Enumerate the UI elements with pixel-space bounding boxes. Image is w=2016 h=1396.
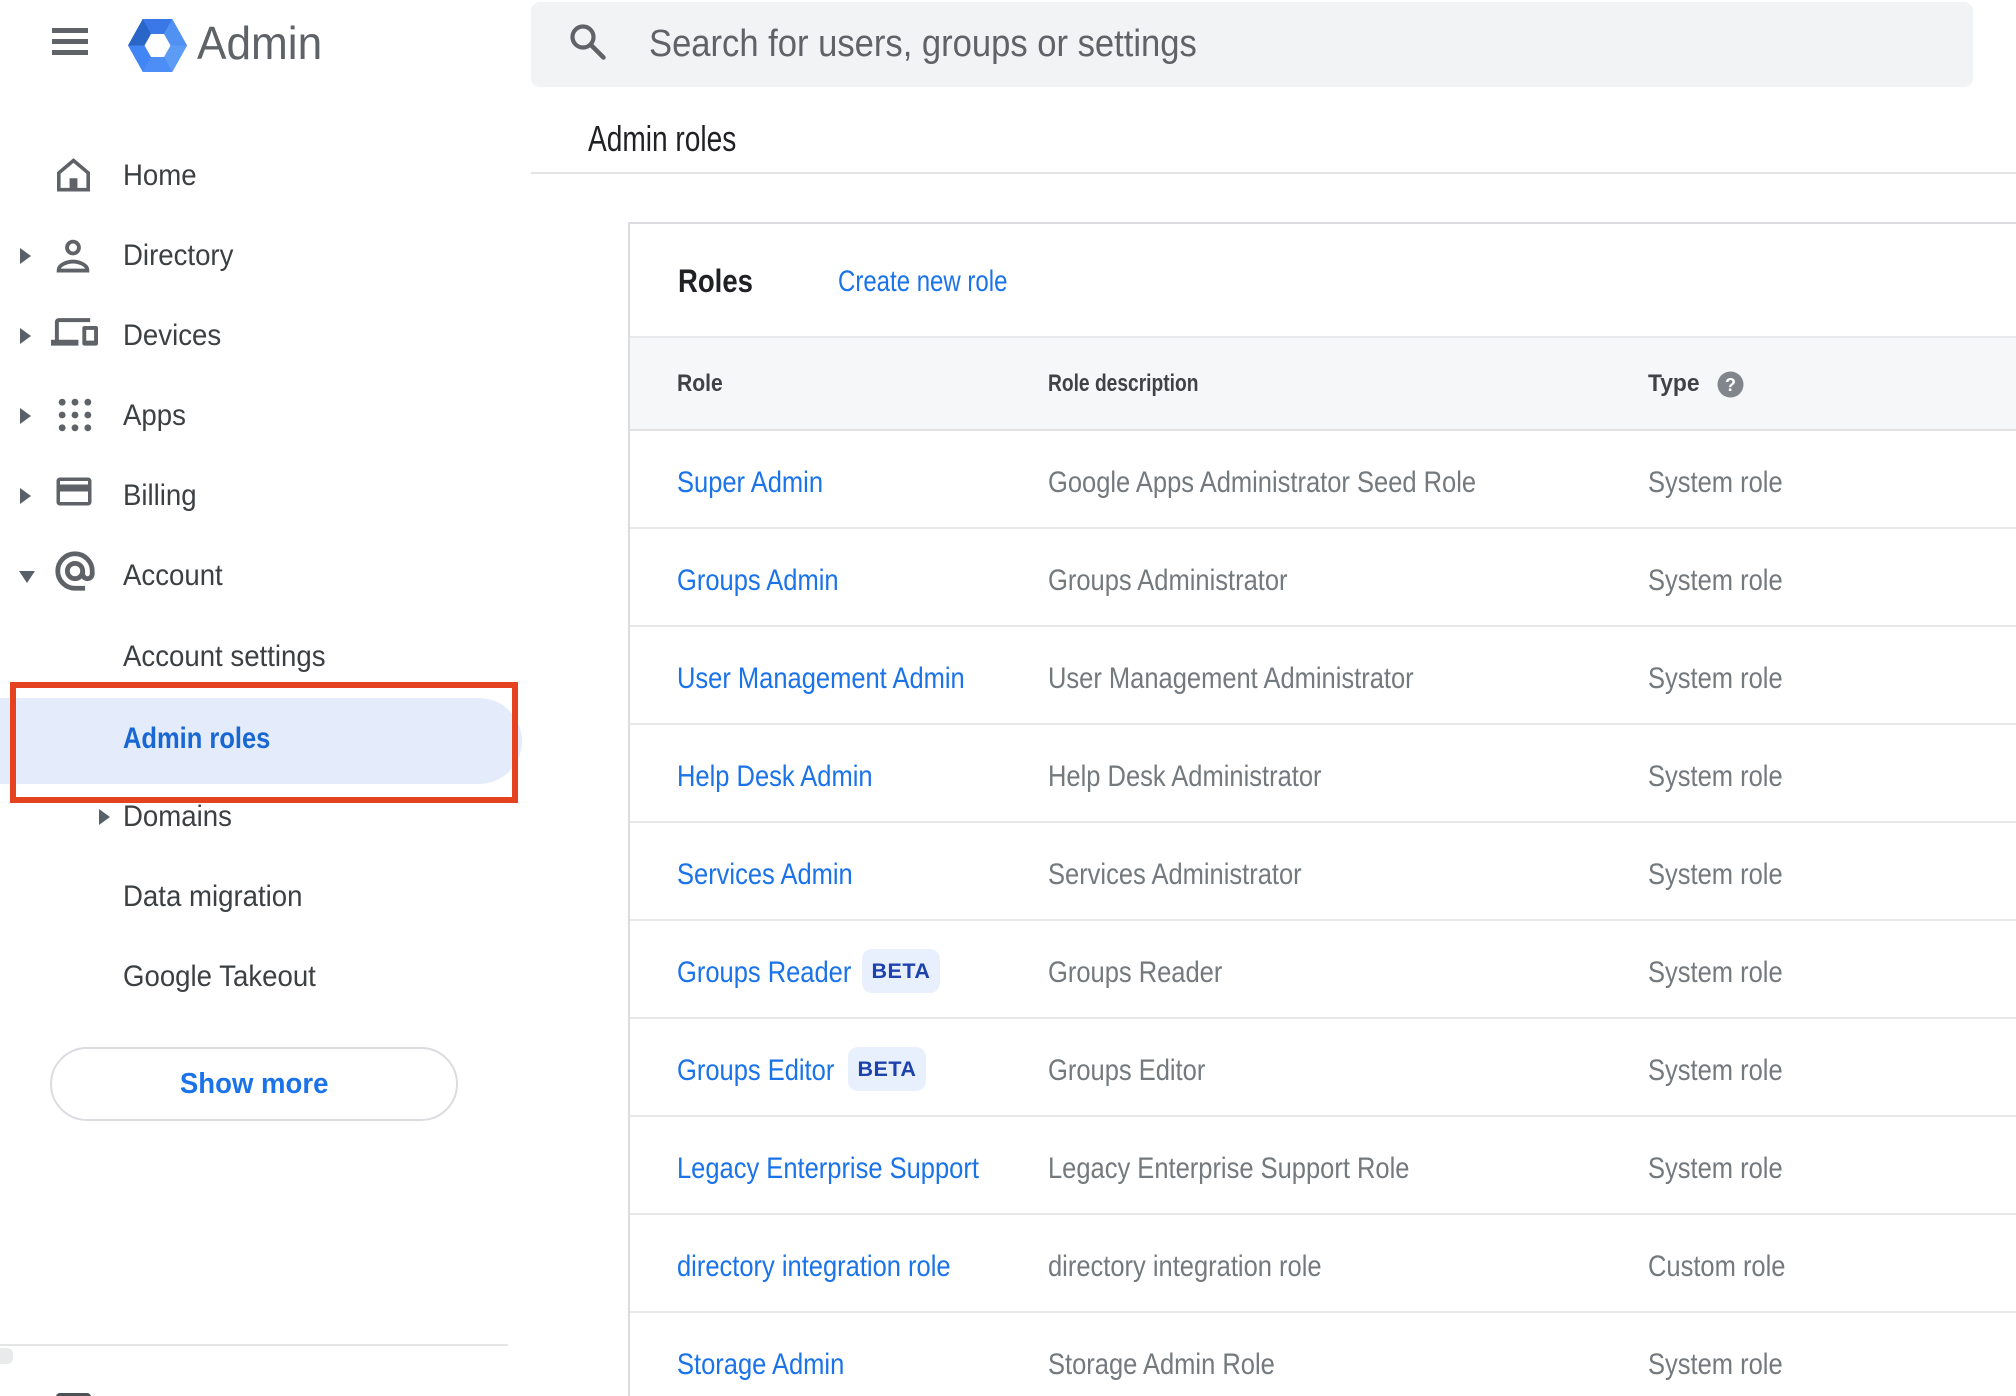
svg-text:?: ? <box>1725 375 1736 395</box>
